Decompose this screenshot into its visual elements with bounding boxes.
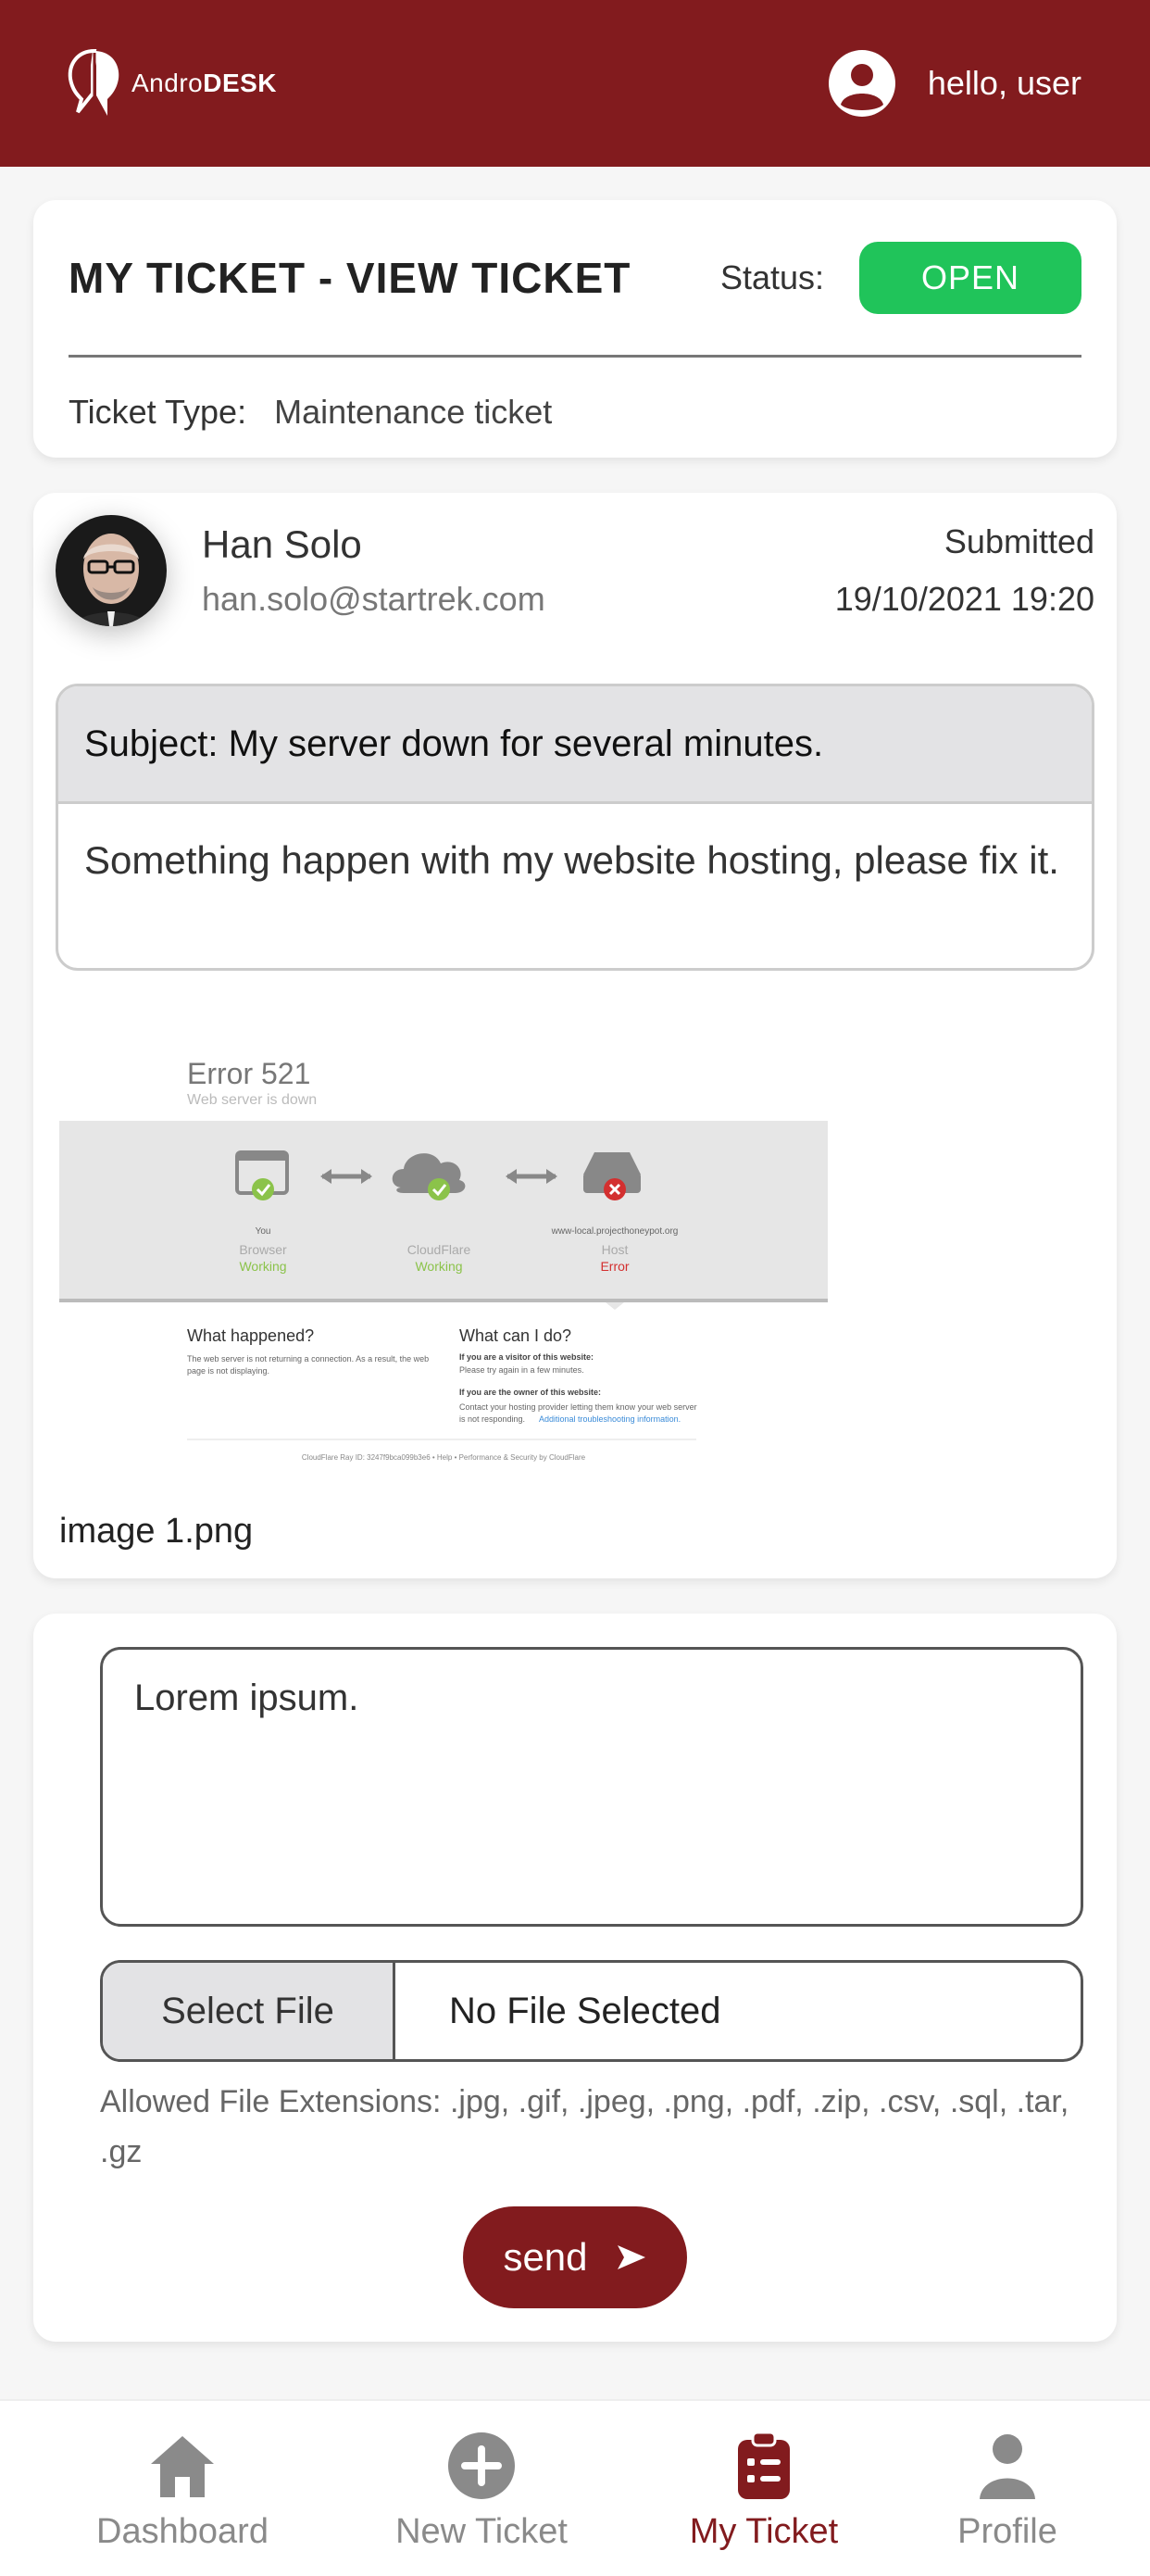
browser-node-name: You bbox=[256, 1226, 271, 1237]
error-title: Error 521 bbox=[187, 1057, 310, 1090]
host-node-type: Host bbox=[602, 1242, 629, 1257]
sender-email: han.solo@startrek.com bbox=[202, 580, 545, 618]
send-button-label: send bbox=[503, 2235, 588, 2279]
user-greeting: hello, user bbox=[927, 64, 1081, 102]
attachment[interactable]: Error 521 Web server is down You Browser… bbox=[59, 1030, 828, 1552]
owner-link: Additional troubleshooting information. bbox=[539, 1414, 681, 1424]
file-upload[interactable]: Select File No File Selected bbox=[100, 1960, 1083, 2062]
sender-name: Han Solo bbox=[202, 522, 362, 566]
sender-avatar bbox=[56, 515, 167, 626]
nav-label-new-ticket: New Ticket bbox=[395, 2512, 568, 2551]
nav-item-dashboard[interactable]: Dashboard bbox=[57, 2401, 307, 2576]
owner-text-1: Contact your hosting provider letting th… bbox=[459, 1402, 697, 1412]
cloudflare-node-state: Working bbox=[415, 1259, 462, 1274]
message-body: Something happen with my website hosting… bbox=[58, 801, 1092, 917]
what-can-i-do-heading: What can I do? bbox=[459, 1326, 571, 1345]
nav-item-new-ticket[interactable]: New Ticket bbox=[370, 2401, 593, 2576]
ticket-message: Subject: My server down for several minu… bbox=[56, 684, 1094, 971]
host-node-state: Error bbox=[600, 1259, 629, 1274]
owner-text-2: is not responding. bbox=[459, 1414, 525, 1424]
host-node-name: www-local.projecthoneypot.org bbox=[551, 1226, 679, 1237]
error-footer: CloudFlare Ray ID: 3247f9bca099b3e6 • He… bbox=[302, 1453, 586, 1462]
ticket-type-label: Ticket Type: bbox=[69, 393, 247, 431]
attachment-filename[interactable]: image 1.png bbox=[59, 1512, 253, 1552]
submitted-date: 19/10/2021 19:20 bbox=[834, 580, 1094, 618]
visitor-heading: If you are a visitor of this website: bbox=[459, 1352, 594, 1362]
error-diagram-band bbox=[59, 1121, 828, 1302]
ticket-header-card: MY TICKET - VIEW TICKET Status: OPEN Tic… bbox=[33, 200, 1117, 458]
reply-card: Lorem ipsum. Select File No File Selecte… bbox=[33, 1614, 1117, 2342]
person-icon bbox=[980, 2434, 1035, 2499]
nav-label-dashboard: Dashboard bbox=[96, 2512, 269, 2551]
sender-photo-icon bbox=[56, 515, 167, 626]
app-logo[interactable]: AndroDESK bbox=[65, 47, 277, 119]
app-header: AndroDESK hello, user bbox=[0, 0, 1150, 167]
clipboard-list-icon bbox=[738, 2431, 790, 2499]
send-button[interactable]: send bbox=[463, 2206, 687, 2308]
plus-circle-icon bbox=[448, 2432, 515, 2499]
message-subject: Subject: My server down for several minu… bbox=[58, 686, 1092, 801]
file-name-display: No File Selected bbox=[449, 1990, 721, 2031]
nav-item-my-ticket[interactable]: My Ticket bbox=[667, 2401, 861, 2576]
user-menu[interactable]: hello, user bbox=[828, 49, 1081, 118]
browser-node-type: Browser bbox=[239, 1242, 287, 1257]
home-icon bbox=[151, 2436, 214, 2497]
nav-label-profile: Profile bbox=[957, 2512, 1057, 2551]
error-subtitle: Web server is down bbox=[187, 1092, 317, 1108]
submitted-label: Submitted bbox=[944, 522, 1094, 560]
user-avatar-icon bbox=[828, 50, 895, 117]
what-happened-text-2: page is not displaying. bbox=[187, 1366, 269, 1376]
attachment-image[interactable]: Error 521 Web server is down You Browser… bbox=[59, 1030, 828, 1475]
status-label: Status: bbox=[719, 258, 824, 296]
nav-item-profile[interactable]: Profile bbox=[937, 2401, 1078, 2576]
what-happened-text-1: The web server is not returning a connec… bbox=[187, 1354, 429, 1363]
logo-text: AndroDESK bbox=[131, 69, 278, 97]
select-file-button[interactable]: Select File bbox=[103, 1963, 395, 2059]
nav-label-my-ticket: My Ticket bbox=[689, 2512, 839, 2551]
cloudflare-node-type: CloudFlare bbox=[407, 1242, 471, 1257]
owner-heading: If you are the owner of this website: bbox=[459, 1388, 601, 1397]
ticket-title-row: MY TICKET - VIEW TICKET Status: OPEN bbox=[69, 200, 1081, 358]
page-title: MY TICKET - VIEW TICKET bbox=[69, 253, 631, 302]
androdesk-logo-icon bbox=[68, 48, 119, 116]
allowed-extensions-note: Allowed File Extensions: .jpg, .gif, .jp… bbox=[100, 2084, 1069, 2169]
reply-textarea[interactable]: Lorem ipsum. bbox=[100, 1647, 1083, 1927]
status-badge: OPEN bbox=[859, 241, 1081, 314]
ticket-type-row: Ticket Type: Maintenance ticket bbox=[69, 393, 1081, 432]
bottom-nav: Dashboard New Ticket My Ticket Profile bbox=[0, 2399, 1150, 2576]
ticket-message-card: Han Solo han.solo@startrek.com Submitted… bbox=[33, 493, 1117, 1578]
ticket-type-value: Maintenance ticket bbox=[274, 393, 553, 431]
browser-node-state: Working bbox=[239, 1259, 286, 1274]
sender-info: Han Solo han.solo@startrek.com Submitted… bbox=[56, 515, 1094, 626]
send-arrow-icon bbox=[617, 2245, 645, 2269]
status-group: Status: OPEN bbox=[719, 241, 1081, 314]
visitor-text: Please try again in a few minutes. bbox=[459, 1365, 584, 1375]
what-happened-heading: What happened? bbox=[187, 1326, 314, 1345]
